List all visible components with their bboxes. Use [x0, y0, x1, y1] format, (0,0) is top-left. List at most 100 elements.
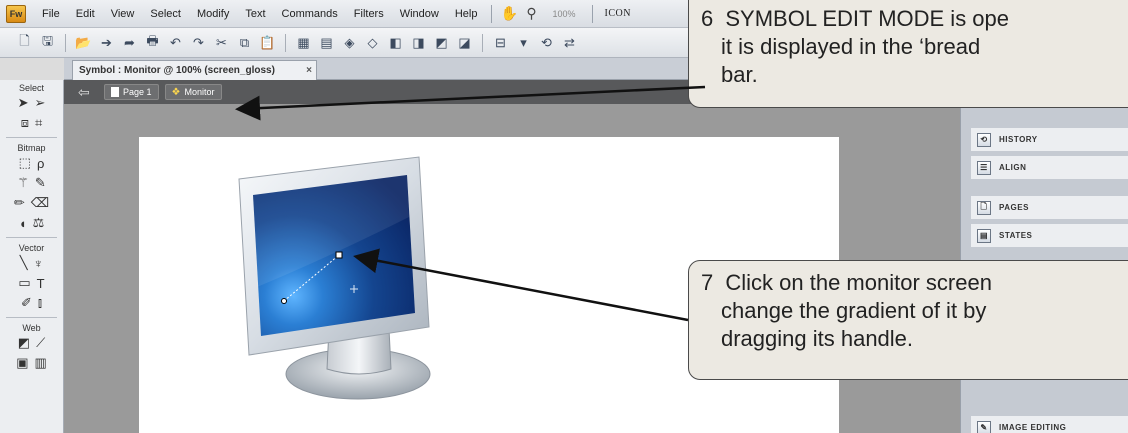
align-dropdown-icon[interactable]: ▾: [513, 32, 534, 53]
join-icon[interactable]: ◈: [339, 32, 360, 53]
panel-pages-label: PAGES: [999, 203, 1029, 212]
menu-select[interactable]: Select: [142, 8, 189, 20]
hand-icon[interactable]: ✋: [498, 4, 520, 24]
zoom-icon[interactable]: ⚲: [520, 4, 542, 24]
gradient-start-point: [281, 298, 287, 304]
import-icon[interactable]: ➔: [96, 32, 117, 53]
rectangle-tool-icon[interactable]: ▭: [18, 275, 30, 291]
knife-tool-icon[interactable]: ⫾: [38, 295, 42, 311]
document-title: Symbol : Monitor @ 100% (screen_gloss): [79, 65, 275, 76]
hotspot-tool-icon[interactable]: ◩: [18, 335, 30, 351]
callout-6-line-1: SYMBOL EDIT MODE is ope: [725, 6, 1010, 31]
menu-filters[interactable]: Filters: [346, 8, 392, 20]
toolbar-separator: [482, 33, 483, 52]
menu-commands[interactable]: Commands: [274, 8, 346, 20]
send-back-icon[interactable]: ◪: [454, 32, 475, 53]
split-icon[interactable]: ◇: [362, 32, 383, 53]
text-tool-icon[interactable]: T: [37, 276, 45, 291]
breadcrumb-page[interactable]: Page 1: [104, 84, 159, 100]
crop-tool-icon[interactable]: ⌗: [35, 115, 42, 131]
align-panel-icon: ☰: [977, 160, 991, 175]
pen-tool-icon[interactable]: ♆: [34, 256, 44, 271]
menu-text[interactable]: Text: [237, 8, 273, 20]
menu-separator: [591, 4, 593, 23]
hide-slices-icon[interactable]: ▣: [16, 355, 28, 371]
flip-icon[interactable]: ⇄: [559, 32, 580, 53]
menu-modify[interactable]: Modify: [189, 8, 237, 20]
callout-6-line-3: bar.: [721, 62, 758, 87]
panel-states-label: STATES: [999, 231, 1033, 240]
callout-6-number: 6: [701, 6, 714, 31]
blur-tool-icon[interactable]: ◖: [19, 216, 27, 231]
cut-icon[interactable]: ✂: [211, 32, 232, 53]
callout-7-number: 7: [701, 270, 714, 295]
callout-6-line-2: it is displayed in the ‘bread: [721, 34, 981, 59]
send-backward-icon[interactable]: ◩: [431, 32, 452, 53]
callout-7-line-1: Click on the monitor screen: [725, 270, 992, 295]
image-editing-icon: ✎: [977, 420, 991, 433]
menu-edit[interactable]: Edit: [68, 8, 103, 20]
freeform-tool-icon[interactable]: ✐: [21, 295, 32, 311]
group-icon[interactable]: ▦: [293, 32, 314, 53]
menu-window[interactable]: Window: [392, 8, 447, 20]
export-icon[interactable]: ➦: [119, 32, 140, 53]
paste-icon[interactable]: 📋: [257, 32, 278, 53]
slice-tool-icon[interactable]: ⟋: [36, 335, 45, 351]
gradient-end-handle: [335, 251, 343, 259]
new-icon[interactable]: 🗋: [14, 32, 35, 53]
back-arrow-icon[interactable]: ⇦: [78, 84, 98, 101]
ungroup-icon[interactable]: ▤: [316, 32, 337, 53]
tools-category-bitmap: Bitmap: [17, 143, 46, 153]
breadcrumb-symbol[interactable]: ❖ Monitor: [164, 84, 222, 100]
panel-pages[interactable]: 🗋 PAGES: [971, 196, 1128, 220]
copy-icon[interactable]: ⧉: [234, 32, 255, 53]
save-icon[interactable]: 🖫: [37, 32, 58, 53]
panel-image-editing[interactable]: ✎ IMAGE EDITING: [971, 416, 1128, 433]
pencil-tool-icon[interactable]: ✏: [14, 195, 25, 211]
close-tab-icon[interactable]: ×: [302, 65, 316, 76]
callout-step-7: 7 Click on the monitor screen change the…: [688, 260, 1128, 380]
rotate-icon[interactable]: ⟲: [536, 32, 557, 53]
panel-align[interactable]: ☰ ALIGN: [971, 156, 1128, 180]
marquee-tool-icon[interactable]: ⬚: [19, 155, 31, 171]
fireworks-window: Fw File Edit View Select Modify Text Com…: [0, 0, 1128, 433]
bring-forward-icon[interactable]: ◨: [408, 32, 429, 53]
rubber-stamp-tool-icon[interactable]: ⚖: [33, 215, 45, 231]
line-tool-icon[interactable]: ╲: [20, 255, 28, 271]
magic-wand-tool-icon[interactable]: ⚚: [17, 175, 29, 191]
menu-file[interactable]: File: [34, 8, 68, 20]
tools-category-select: Select: [18, 83, 44, 93]
lasso-tool-icon[interactable]: ρ: [37, 156, 44, 171]
print-icon[interactable]: 🖶: [142, 32, 163, 53]
page-icon: [111, 87, 119, 97]
tools-panel: Select ➤ ➢ ⧈ ⌗ Bitmap ⬚ ρ ⚚ ✎ ✏ ⌫ ◖ ⚖ Ve…: [0, 80, 64, 433]
open-icon[interactable]: 📂: [73, 32, 94, 53]
document-tab[interactable]: Symbol : Monitor @ 100% (screen_gloss) ×: [72, 60, 317, 80]
panel-states[interactable]: ▤ STATES: [971, 224, 1128, 248]
callout-7-line-3: dragging its handle.: [721, 326, 914, 351]
eraser-tool-icon[interactable]: ⌫: [31, 195, 49, 211]
undo-icon[interactable]: ↶: [165, 32, 186, 53]
history-icon: ⟲: [977, 132, 991, 147]
panel-history[interactable]: ⟲ HISTORY: [971, 128, 1128, 152]
toolbar-separator: [65, 33, 66, 52]
subselect-tool-icon[interactable]: ➢: [35, 95, 46, 111]
brush-tool-icon[interactable]: ✎: [35, 175, 46, 191]
callout-step-6: 6 SYMBOL EDIT MODE is ope it is displaye…: [688, 0, 1128, 108]
menu-separator: [491, 4, 493, 23]
workspace-label[interactable]: ICON: [599, 8, 637, 19]
bring-front-icon[interactable]: ◧: [385, 32, 406, 53]
redo-icon[interactable]: ↷: [188, 32, 209, 53]
panel-align-label: ALIGN: [999, 163, 1027, 172]
menu-view[interactable]: View: [103, 8, 143, 20]
show-slices-icon[interactable]: ▥: [35, 355, 47, 371]
panel-history-label: HISTORY: [999, 135, 1038, 144]
symbol-icon: ❖: [171, 86, 181, 98]
menu-help[interactable]: Help: [447, 8, 486, 20]
align-icon[interactable]: ⊟: [490, 32, 511, 53]
scale-tool-icon[interactable]: ⧈: [21, 115, 29, 131]
breadcrumb-page-label: Page 1: [123, 87, 152, 97]
zoom-level[interactable]: 100%: [542, 9, 585, 19]
pointer-tool-icon[interactable]: ➤: [18, 95, 29, 111]
panel-image-editing-label: IMAGE EDITING: [999, 423, 1067, 432]
